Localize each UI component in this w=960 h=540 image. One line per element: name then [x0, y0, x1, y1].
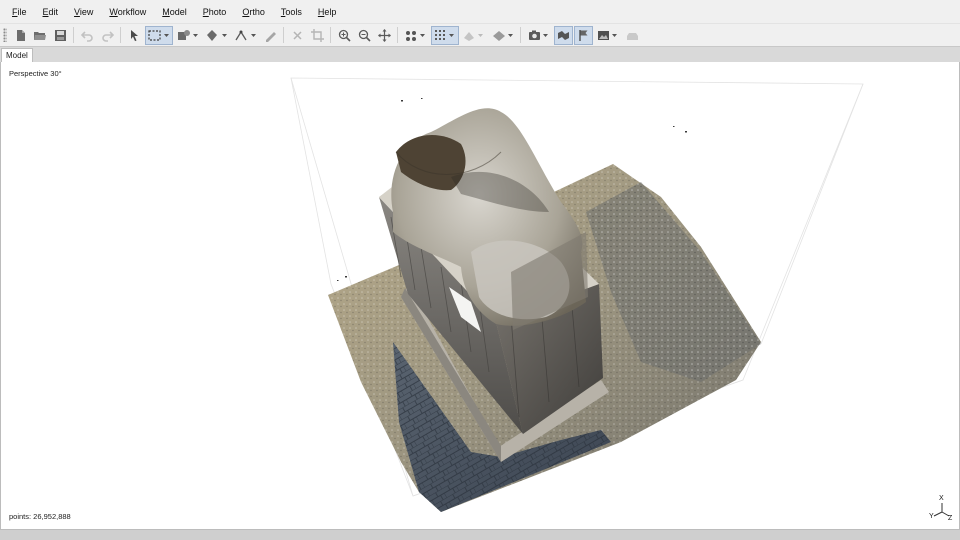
menu-edit-label: dit [48, 6, 59, 17]
toolbar-separator [520, 27, 521, 43]
toolbar-separator [330, 27, 331, 43]
toolbar-separator [120, 27, 121, 43]
zoom-out-icon [358, 29, 371, 42]
point-cloud-button[interactable] [402, 26, 430, 45]
menu-tools-label: ools [285, 6, 302, 17]
undo-button[interactable] [78, 26, 97, 45]
ruler-button[interactable] [232, 26, 260, 45]
move-button[interactable] [375, 26, 394, 45]
mesh-icon [463, 31, 483, 41]
zoom-in-button[interactable] [335, 26, 354, 45]
navigation-button[interactable] [125, 26, 144, 45]
undo-icon [80, 30, 93, 42]
shape-tool-button[interactable] [174, 26, 202, 45]
show-flags-icon [578, 29, 587, 41]
polygon-tool-icon [206, 29, 227, 41]
rectangle-selection-button[interactable] [144, 25, 173, 45]
menu-model-label: odel [169, 6, 187, 17]
menu-ortho-label: rtho [249, 6, 265, 17]
menu-edit[interactable]: Edit [35, 0, 67, 24]
tab-model[interactable]: Model [1, 48, 33, 63]
toolbar-grip[interactable] [3, 28, 7, 42]
ruler-icon [234, 30, 256, 40]
navigation-cursor-icon [130, 29, 138, 41]
menu-model[interactable]: Model [154, 0, 195, 24]
menu-file[interactable]: File [4, 0, 35, 24]
dense-cloud-icon [434, 29, 454, 40]
projection-label: Perspective 30° [9, 69, 62, 78]
new-document-icon [16, 29, 25, 41]
show-image-button[interactable] [594, 26, 622, 45]
mesh-button[interactable] [460, 26, 488, 45]
menu-bar: File Edit View Workflow Model Photo Orth… [0, 0, 960, 24]
menu-view[interactable]: View [66, 0, 101, 24]
menu-view-label: iew [79, 6, 94, 17]
delete-selection-icon [292, 30, 302, 40]
point-cloud-icon [405, 30, 425, 41]
show-image-icon [597, 30, 617, 40]
toolbar-separator [397, 27, 398, 43]
axis-x-label: X [939, 495, 944, 502]
model-icon [492, 30, 513, 41]
open-button[interactable] [31, 26, 50, 45]
camera-button[interactable] [525, 26, 553, 45]
status-bar [0, 529, 960, 540]
shape-tool-icon [177, 29, 198, 40]
menu-help[interactable]: Help [310, 0, 345, 24]
axis-y-label: Y [929, 513, 934, 520]
toolbar-separator [283, 27, 284, 43]
crop-icon [310, 28, 324, 42]
toolbar-separator [73, 27, 74, 43]
redo-icon [101, 30, 114, 42]
polygon-tool-button[interactable] [203, 26, 231, 45]
menu-workflow[interactable]: Workflow [101, 0, 154, 24]
menu-photo-label: hoto [208, 6, 227, 17]
show-flags-button[interactable] [573, 25, 593, 45]
menu-ortho[interactable]: Ortho [234, 0, 273, 24]
menu-file-label: ile [17, 6, 27, 17]
save-icon [54, 29, 66, 41]
draw-polyline-button[interactable] [261, 26, 280, 45]
menu-model-mnemonic: M [162, 6, 170, 17]
show-region-button[interactable] [623, 26, 642, 45]
move-icon [377, 28, 391, 42]
menu-workflow-mnemonic: W [109, 6, 118, 17]
axis-orientation-gizmo: X Y Z [929, 495, 955, 525]
model-button[interactable] [489, 26, 517, 45]
menu-tools[interactable]: Tools [273, 0, 310, 24]
camera-icon [528, 30, 548, 40]
menu-workflow-label: orkflow [117, 6, 147, 17]
rectangle-selection-icon [147, 29, 169, 41]
zoom-in-icon [338, 29, 351, 42]
dense-cloud-button[interactable] [430, 25, 459, 45]
new-document-button[interactable] [11, 26, 30, 45]
zoom-out-button[interactable] [355, 26, 374, 45]
menu-photo[interactable]: Photo [195, 0, 235, 24]
show-markers-button[interactable] [553, 25, 573, 45]
view-tab-strip: Model [0, 46, 960, 63]
open-folder-icon [34, 31, 46, 40]
draw-polyline-icon [265, 31, 276, 42]
points-count-readout: points: 26,952,888 [9, 512, 71, 521]
crop-button[interactable] [308, 26, 327, 45]
menu-help-label: elp [324, 6, 337, 17]
show-markers-icon [557, 30, 569, 40]
redo-button[interactable] [98, 26, 117, 45]
delete-selection-button[interactable] [288, 26, 307, 45]
save-button[interactable] [51, 26, 70, 45]
model-viewport[interactable]: Perspective 30° points: 26,952,888 X Y Z [1, 62, 959, 529]
point-cloud-render [290, 77, 864, 512]
show-region-icon [626, 32, 638, 40]
axis-z-label: Z [948, 515, 953, 522]
main-toolbar [0, 24, 960, 46]
